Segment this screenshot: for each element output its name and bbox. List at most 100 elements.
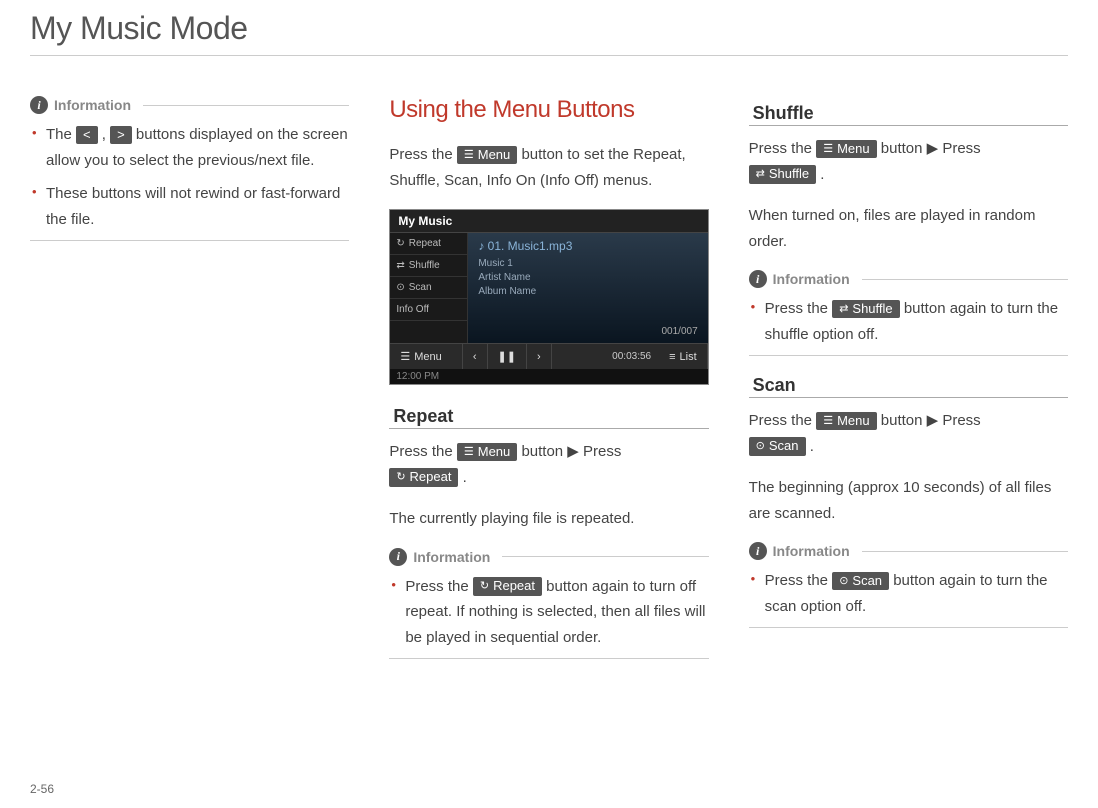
side-item-repeat[interactable]: ↻Repeat bbox=[390, 233, 467, 255]
scan-chip: ⊙Scan bbox=[749, 437, 806, 456]
menu-icon: ☰ bbox=[400, 350, 410, 363]
text: Press the bbox=[749, 412, 817, 429]
label: Shuffle bbox=[409, 260, 440, 271]
text: . bbox=[810, 438, 814, 455]
chip-label: Menu bbox=[837, 413, 870, 430]
menu-button[interactable]: ☰ Menu bbox=[390, 344, 463, 369]
shuffle-chip: ⇄Shuffle bbox=[749, 165, 816, 184]
scan-chip: ⊙ Scan bbox=[832, 572, 889, 591]
info-block-scan: i Information Press the ⊙Scan button aga… bbox=[749, 542, 1068, 628]
section-heading-menu-buttons: Using the Menu Buttons bbox=[389, 96, 708, 124]
chip-label: Shuffle bbox=[852, 301, 892, 318]
info-label: Information bbox=[413, 549, 490, 565]
scan-body: The beginning (approx 10 seconds) of all… bbox=[749, 475, 1068, 526]
scan-icon: ⊙ bbox=[396, 282, 404, 293]
prev-button[interactable]: ‹ bbox=[463, 344, 488, 369]
shuffle-icon: ⇄ bbox=[396, 260, 404, 271]
label: Scan bbox=[409, 282, 432, 293]
text: button ▶ Press bbox=[881, 140, 981, 157]
menu-icon: ☰ bbox=[823, 142, 833, 156]
play-time: 00:03:56 bbox=[604, 351, 659, 362]
divider bbox=[389, 658, 708, 659]
info-icon: i bbox=[749, 542, 767, 560]
repeat-chip: ↻Repeat bbox=[389, 468, 458, 487]
intro-text: Press the ☰Menu button to set the Repeat… bbox=[389, 142, 708, 193]
info-icon: i bbox=[749, 270, 767, 288]
text: The bbox=[46, 126, 76, 143]
shuffle-icon: ⇄ bbox=[839, 302, 848, 316]
info-label: Information bbox=[54, 97, 131, 113]
shuffle-instruction: Press the ☰Menu button ▶ Press ⇄Shuffle … bbox=[749, 136, 1068, 187]
repeat-chip: ↻Repeat bbox=[473, 577, 542, 596]
pause-button[interactable]: ❚❚ bbox=[488, 344, 527, 369]
text: Press the bbox=[389, 146, 457, 163]
chip-label: Scan bbox=[852, 573, 882, 590]
screenshot-clock: 12:00 PM bbox=[390, 369, 707, 384]
screenshot-title: My Music bbox=[390, 210, 707, 233]
menu-chip: ☰Menu bbox=[457, 443, 517, 462]
text: Press the bbox=[765, 300, 833, 317]
text: , bbox=[102, 126, 110, 143]
next-button[interactable]: › bbox=[527, 344, 552, 369]
column-1: i Information The < , > buttons displaye… bbox=[30, 96, 349, 677]
chip-label: Repeat bbox=[493, 578, 535, 595]
info-list: Press the ↻Repeat button again to turn o… bbox=[389, 574, 708, 651]
screenshot-sidebar: ↻Repeat ⇄ Shuffle ⊙ Scan Info Off bbox=[390, 233, 468, 343]
repeat-icon: ↻ bbox=[396, 238, 404, 249]
page-title: My Music Mode bbox=[30, 10, 1068, 56]
label: Menu bbox=[414, 351, 442, 363]
divider-line bbox=[862, 551, 1068, 552]
list-button[interactable]: ≡List bbox=[659, 344, 708, 369]
info-header: i Information bbox=[389, 548, 708, 566]
menu-chip: ☰Menu bbox=[457, 146, 517, 165]
shuffle-icon: ⇄ bbox=[756, 167, 765, 181]
column-3: Shuffle Press the ☰Menu button ▶ Press ⇄… bbox=[749, 96, 1068, 677]
divider bbox=[749, 355, 1068, 356]
text: Press the bbox=[765, 572, 833, 589]
scan-icon: ⊙ bbox=[839, 574, 848, 588]
text: button ▶ Press bbox=[521, 443, 621, 460]
shuffle-chip: ⇄ Shuffle bbox=[832, 300, 899, 319]
info-label: Information bbox=[773, 271, 850, 287]
text: These buttons will not rewind or fast-fo… bbox=[46, 185, 340, 228]
info-item: Press the ↻Repeat button again to turn o… bbox=[389, 574, 708, 651]
text: button ▶ Press bbox=[881, 412, 981, 429]
shuffle-body: When turned on, files are played in rand… bbox=[749, 203, 1068, 254]
info-header: i Information bbox=[749, 270, 1068, 288]
list-icon: ≡ bbox=[669, 351, 675, 363]
repeat-icon: ↻ bbox=[396, 470, 405, 484]
text: Press the bbox=[389, 443, 457, 460]
menu-icon: ☰ bbox=[464, 148, 474, 162]
artist-name: Artist Name bbox=[478, 271, 697, 285]
prev-chip: < bbox=[76, 126, 98, 145]
sub-heading-scan: Scan bbox=[749, 374, 1068, 398]
info-icon: i bbox=[30, 96, 48, 114]
track-counter: 001/007 bbox=[662, 326, 698, 337]
info-block-shuffle: i Information Press the ⇄Shuffle button … bbox=[749, 270, 1068, 356]
repeat-instruction: Press the ☰Menu button ▶ Press ↻Repeat . bbox=[389, 439, 708, 490]
page-number: 2-56 bbox=[30, 782, 54, 796]
info-list: Press the ⊙Scan button again to turn the… bbox=[749, 568, 1068, 619]
track-title: ♪ 01. Music1.mp3 bbox=[478, 239, 697, 253]
screenshot-main: ♪ 01. Music1.mp3 Music 1 Artist Name Alb… bbox=[468, 233, 707, 343]
menu-chip: ☰Menu bbox=[816, 140, 876, 159]
scan-icon: ⊙ bbox=[756, 439, 765, 453]
repeat-body: The currently playing file is repeated. bbox=[389, 506, 708, 532]
next-chip: > bbox=[110, 126, 132, 145]
album-name: Album Name bbox=[478, 285, 697, 299]
track-name: Music 1 bbox=[478, 257, 697, 271]
text: Press the bbox=[405, 578, 473, 595]
divider-line bbox=[143, 105, 349, 106]
divider-line bbox=[502, 556, 708, 557]
side-item-scan[interactable]: ⊙ Scan bbox=[390, 277, 467, 299]
next-icon: > bbox=[117, 127, 125, 144]
info-item: Press the ⊙Scan button again to turn the… bbox=[749, 568, 1068, 619]
side-item-shuffle[interactable]: ⇄ Shuffle bbox=[390, 255, 467, 277]
menu-icon: ☰ bbox=[823, 414, 833, 428]
divider bbox=[749, 627, 1068, 628]
info-label: Information bbox=[773, 543, 850, 559]
sub-heading-repeat: Repeat bbox=[389, 405, 708, 429]
column-2: Using the Menu Buttons Press the ☰Menu b… bbox=[389, 96, 708, 677]
side-item-info-off[interactable]: Info Off bbox=[390, 299, 467, 321]
info-list: The < , > buttons displayed on the scree… bbox=[30, 122, 349, 232]
